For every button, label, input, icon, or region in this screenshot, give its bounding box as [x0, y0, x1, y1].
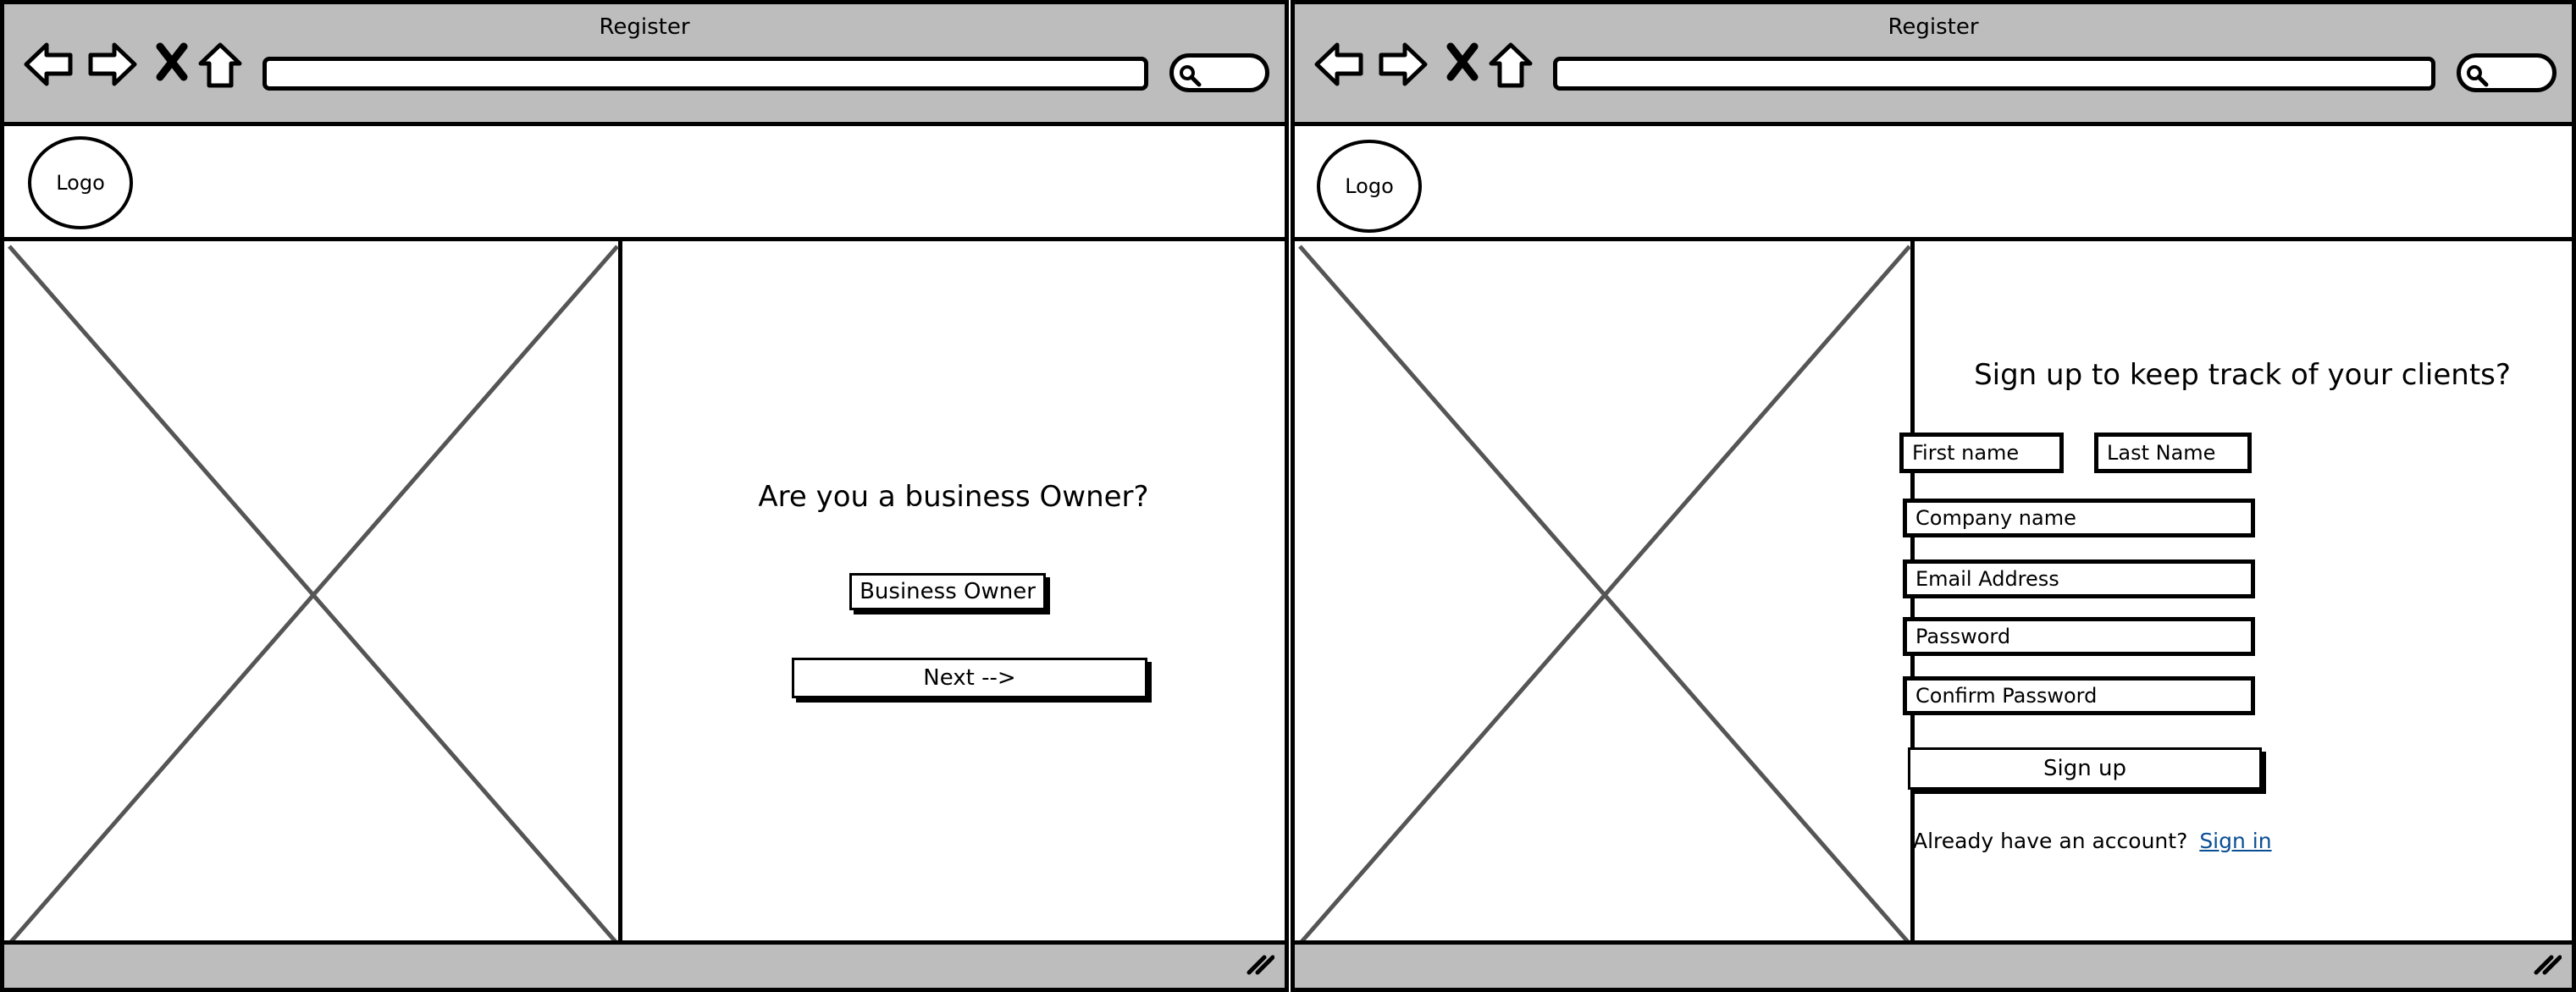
- browser-window-business-owner: Register Logo Are you a business Owner? …: [0, 0, 1289, 992]
- business-owner-pane: Are you a business Owner? Business Owner…: [622, 241, 1285, 949]
- business-owner-button[interactable]: Business Owner: [849, 573, 1046, 610]
- close-icon[interactable]: [1446, 41, 1479, 82]
- arrow-left-icon[interactable]: [23, 41, 75, 87]
- company-name-field[interactable]: Company name: [1903, 499, 2255, 537]
- page-heading: Sign up to keep track of your clients?: [1974, 358, 2511, 392]
- browser-search-box[interactable]: [2457, 53, 2557, 92]
- last-name-field[interactable]: Last Name: [2094, 433, 2252, 473]
- window-title: Register: [599, 14, 690, 40]
- arrow-right-icon[interactable]: [86, 41, 138, 87]
- next-button[interactable]: Next -->: [792, 658, 1147, 698]
- window-title: Register: [1888, 14, 1979, 40]
- page-heading: Are you a business Owner?: [758, 480, 1149, 514]
- address-bar[interactable]: [1553, 57, 2435, 91]
- image-placeholder: [1295, 241, 1915, 949]
- browser-window-sign-up: Register Logo Sign up to keep track of y…: [1291, 0, 2576, 992]
- sign-in-row: Already have an account? Sign in: [1913, 829, 2272, 853]
- sign-up-button[interactable]: Sign up: [1908, 747, 2262, 790]
- site-header: Logo: [4, 126, 1285, 241]
- search-icon: [2467, 65, 2489, 87]
- confirm-password-field[interactable]: Confirm Password: [1903, 676, 2255, 715]
- sign-in-link[interactable]: Sign in: [2199, 829, 2271, 853]
- arrow-right-icon[interactable]: [1376, 41, 1429, 87]
- resize-grip-icon[interactable]: [1246, 954, 1275, 979]
- browser-search-box[interactable]: [1169, 53, 1269, 92]
- home-icon[interactable]: [1488, 41, 1534, 89]
- status-bar: [1295, 940, 2572, 988]
- email-address-field[interactable]: Email Address: [1903, 559, 2255, 598]
- close-icon[interactable]: [155, 41, 189, 82]
- arrow-left-icon[interactable]: [1313, 41, 1366, 87]
- logo: Logo: [28, 136, 133, 229]
- home-icon[interactable]: [197, 41, 243, 89]
- wireframe-canvas: Register Logo Are you a business Owner? …: [0, 0, 2576, 992]
- status-bar: [4, 940, 1285, 988]
- password-field[interactable]: Password: [1903, 617, 2255, 656]
- site-header: Logo: [1295, 126, 2572, 241]
- search-icon: [1180, 65, 1202, 87]
- browser-titlebar: Register: [4, 4, 1285, 126]
- first-name-field[interactable]: First name: [1899, 433, 2064, 473]
- image-placeholder: [4, 241, 622, 949]
- sign-in-prompt: Already have an account?: [1913, 829, 2188, 853]
- resize-grip-icon[interactable]: [2533, 954, 2562, 979]
- logo: Logo: [1317, 140, 1422, 233]
- browser-titlebar: Register: [1295, 4, 2572, 126]
- address-bar[interactable]: [263, 57, 1148, 91]
